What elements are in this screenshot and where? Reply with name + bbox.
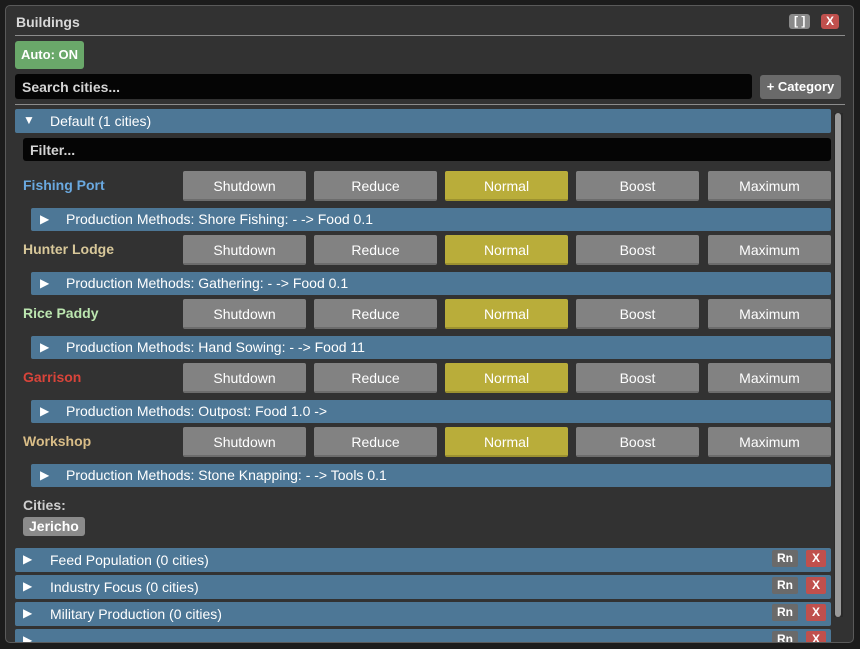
rename-button[interactable]: Rn xyxy=(772,604,798,621)
group-header-default[interactable]: ▼ Default (1 cities) xyxy=(15,109,831,133)
boost-button[interactable]: Boost xyxy=(576,363,699,393)
maximum-button[interactable]: Maximum xyxy=(708,171,831,201)
triangle-right-icon: ▶ xyxy=(23,552,33,566)
group-label: Industry Focus (0 cities) xyxy=(50,579,199,595)
maximize-button[interactable]: [ ] xyxy=(789,14,811,29)
boost-button[interactable]: Boost xyxy=(576,427,699,457)
maximum-button[interactable]: Maximum xyxy=(708,299,831,329)
production-methods-header[interactable]: ▶ Production Methods: Outpost: Food 1.0 -… xyxy=(31,400,831,423)
triangle-right-icon: ▶ xyxy=(40,404,50,418)
delete-button[interactable]: X xyxy=(806,604,826,621)
rename-button[interactable]: Rn xyxy=(772,631,798,642)
delete-button[interactable]: X xyxy=(806,550,826,567)
triangle-right-icon: ▶ xyxy=(23,606,33,620)
reduce-button[interactable]: Reduce xyxy=(314,235,437,265)
normal-button[interactable]: Normal xyxy=(445,363,568,393)
rename-button[interactable]: Rn xyxy=(772,577,798,594)
scrollbar-thumb[interactable] xyxy=(835,113,841,617)
cities-label: Cities: xyxy=(23,497,66,513)
normal-button[interactable]: Normal xyxy=(445,299,568,329)
boost-button[interactable]: Boost xyxy=(576,171,699,201)
auto-toggle-button[interactable]: Auto: ON xyxy=(15,41,84,69)
triangle-right-icon: ▶ xyxy=(40,340,50,354)
production-methods-header[interactable]: ▶ Production Methods: Hand Sowing: - -> F… xyxy=(31,336,831,359)
production-methods-label: Production Methods: Hand Sowing: - -> Fo… xyxy=(66,339,365,355)
shutdown-button[interactable]: Shutdown xyxy=(183,171,306,201)
boost-button[interactable]: Boost xyxy=(576,299,699,329)
triangle-down-icon: ▼ xyxy=(23,113,35,127)
reduce-button[interactable]: Reduce xyxy=(314,299,437,329)
triangle-right-icon: ▶ xyxy=(23,579,33,593)
group-header[interactable]: ▶ Rn X xyxy=(15,629,831,643)
triangle-right-icon: ▶ xyxy=(40,212,50,226)
triangle-right-icon: ▶ xyxy=(40,468,50,482)
triangle-right-icon: ▶ xyxy=(23,633,33,643)
production-methods-label: Production Methods: Stone Knapping: - ->… xyxy=(66,467,387,483)
building-name: Hunter Lodge xyxy=(23,241,114,257)
group-label: Default (1 cities) xyxy=(50,113,152,129)
rename-button[interactable]: Rn xyxy=(772,550,798,567)
delete-button[interactable]: X xyxy=(806,631,826,642)
building-name: Fishing Port xyxy=(23,177,105,193)
city-tag-jericho[interactable]: Jericho xyxy=(23,517,85,536)
maximum-button[interactable]: Maximum xyxy=(708,363,831,393)
title-bar[interactable]: Buildings [ ] X xyxy=(6,6,853,38)
group-label: Military Production (0 cities) xyxy=(50,606,222,622)
delete-button[interactable]: X xyxy=(806,577,826,594)
triangle-right-icon: ▶ xyxy=(40,276,50,290)
boost-button[interactable]: Boost xyxy=(576,235,699,265)
divider xyxy=(15,104,845,105)
maximum-button[interactable]: Maximum xyxy=(708,427,831,457)
production-methods-header[interactable]: ▶ Production Methods: Gathering: - -> Foo… xyxy=(31,272,831,295)
shutdown-button[interactable]: Shutdown xyxy=(183,363,306,393)
shutdown-button[interactable]: Shutdown xyxy=(183,427,306,457)
normal-button[interactable]: Normal xyxy=(445,235,568,265)
maximum-button[interactable]: Maximum xyxy=(708,235,831,265)
reduce-button[interactable]: Reduce xyxy=(314,171,437,201)
close-button[interactable]: X xyxy=(821,14,840,29)
production-methods-header[interactable]: ▶ Production Methods: Stone Knapping: - -… xyxy=(31,464,831,487)
window-title: Buildings xyxy=(16,14,80,30)
shutdown-button[interactable]: Shutdown xyxy=(183,299,306,329)
production-methods-header[interactable]: ▶ Production Methods: Shore Fishing: - ->… xyxy=(31,208,831,231)
filter-input[interactable] xyxy=(23,138,831,161)
production-methods-label: Production Methods: Gathering: - -> Food… xyxy=(66,275,349,291)
divider xyxy=(15,35,845,36)
building-name: Workshop xyxy=(23,433,92,449)
reduce-button[interactable]: Reduce xyxy=(314,363,437,393)
group-header[interactable]: ▶ Industry Focus (0 cities) Rn X xyxy=(15,575,831,599)
group-label: Feed Population (0 cities) xyxy=(50,552,209,568)
building-name: Garrison xyxy=(23,369,82,385)
group-header[interactable]: ▶ Feed Population (0 cities) Rn X xyxy=(15,548,831,572)
buildings-window: Buildings [ ] X Auto: ON + Category ▼ De… xyxy=(5,5,854,643)
production-methods-label: Production Methods: Shore Fishing: - -> … xyxy=(66,211,373,227)
group-header[interactable]: ▶ Military Production (0 cities) Rn X xyxy=(15,602,831,626)
add-category-button[interactable]: + Category xyxy=(760,75,841,99)
normal-button[interactable]: Normal xyxy=(445,171,568,201)
production-methods-label: Production Methods: Outpost: Food 1.0 -> xyxy=(66,403,328,419)
normal-button[interactable]: Normal xyxy=(445,427,568,457)
reduce-button[interactable]: Reduce xyxy=(314,427,437,457)
building-name: Rice Paddy xyxy=(23,305,99,321)
shutdown-button[interactable]: Shutdown xyxy=(183,235,306,265)
search-cities-input[interactable] xyxy=(15,74,752,99)
